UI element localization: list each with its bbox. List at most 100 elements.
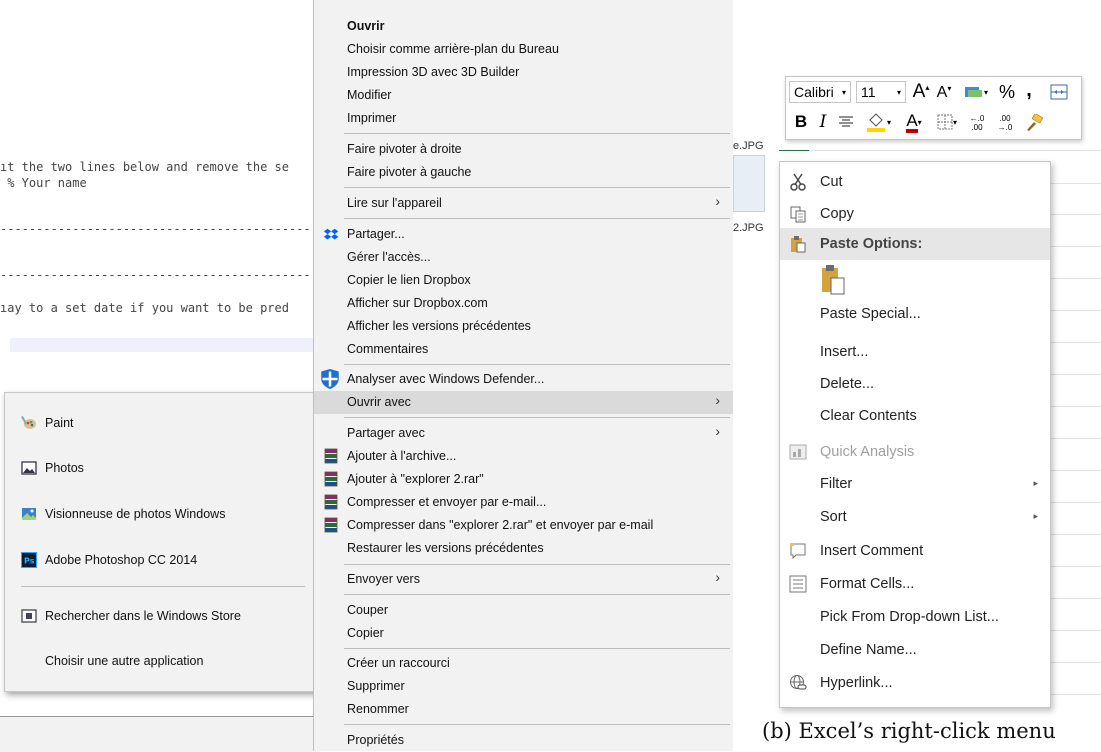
italic-button[interactable]: I (814, 111, 832, 133)
excel-clear-contents-label: Clear Contents (820, 408, 917, 424)
borders-button[interactable]: ▾ (932, 110, 962, 134)
code-line-5: ıay to a set date if you want to be pred (0, 301, 289, 315)
file-name-2: 2.JPG (733, 222, 764, 234)
open-with-paint-label: Paint (45, 416, 74, 430)
open-with-photoshop[interactable]: Ps Adobe Photoshop CC 2014 (5, 548, 317, 572)
menu-open-with-label: Ouvrir avec (347, 395, 411, 409)
paste-icon (791, 236, 806, 253)
chevron-right-icon: ▸ (1033, 478, 1038, 488)
menu-add-to-rar[interactable]: Ajouter à "explorer 2.rar" (314, 468, 734, 491)
font-name-dropdown[interactable]: Calibri ▾ (789, 81, 851, 103)
open-with-photos[interactable]: Photos (5, 456, 317, 480)
excel-copy[interactable]: Copy (780, 198, 1050, 230)
menu-3d-print-label: Impression 3D avec 3D Builder (347, 65, 520, 79)
comma-style-button[interactable]: , (1020, 79, 1038, 101)
excel-filter[interactable]: Filter ▸ (780, 468, 1050, 500)
chevron-down-icon: ▾ (896, 87, 901, 97)
menu-add-to-archive[interactable]: Ajouter à l'archive... (314, 445, 734, 468)
menu-imprimer[interactable]: Imprimer (314, 107, 734, 130)
excel-sort-label: Sort (820, 509, 847, 525)
menu-separator (344, 187, 730, 188)
open-with-store[interactable]: Rechercher dans le Windows Store (5, 604, 317, 628)
excel-sort[interactable]: Sort ▸ (780, 501, 1050, 533)
font-color-button[interactable]: A ▾ (898, 110, 930, 134)
menu-manage-access[interactable]: Gérer l'accès... (314, 246, 734, 269)
menu-previous-versions-dropbox[interactable]: Afficher les versions précédentes (314, 315, 734, 338)
menu-dropbox-share[interactable]: Partager... (314, 223, 734, 246)
menu-view-on-dropbox[interactable]: Afficher sur Dropbox.com (314, 292, 734, 315)
percent-style-button[interactable]: % (996, 81, 1018, 103)
menu-play-to-device[interactable]: Lire sur l'appareil › (314, 192, 734, 215)
excel-cut[interactable]: Cut (780, 166, 1050, 198)
menu-restore-previous-versions[interactable]: Restaurer les versions précédentes (314, 537, 734, 560)
menu-copier[interactable]: Copier (314, 622, 734, 645)
menu-modifier[interactable]: Modifier (314, 84, 734, 107)
excel-delete[interactable]: Delete... (780, 368, 1050, 400)
excel-format-cells[interactable]: Format Cells... (780, 568, 1050, 600)
merge-center-button[interactable] (1048, 82, 1070, 102)
menu-scan-defender[interactable]: Analyser avec Windows Defender... (314, 368, 734, 391)
menu-proprietes[interactable]: Propriétés (314, 729, 734, 752)
menu-compress-email[interactable]: Compresser et envoyer par e-mail... (314, 491, 734, 514)
menu-separator (344, 564, 730, 565)
menu-couper[interactable]: Couper (314, 599, 734, 622)
defender-icon (321, 369, 339, 389)
open-with-photo-viewer[interactable]: Visionneuse de photos Windows (5, 502, 317, 526)
menu-rotate-right[interactable]: Faire pivoter à droite (314, 138, 734, 161)
menu-create-shortcut-label: Créer un raccourci (347, 656, 450, 670)
center-align-button[interactable] (836, 111, 856, 133)
excel-paste-special[interactable]: Paste Special... (780, 298, 1050, 330)
photo-viewer-icon (22, 508, 36, 520)
menu-set-desktop-background[interactable]: Choisir comme arrière-plan du Bureau (314, 38, 734, 61)
menu-renommer-label: Renommer (347, 702, 409, 716)
excel-pick-from-list[interactable]: Pick From Drop-down List... (780, 601, 1050, 633)
menu-create-shortcut[interactable]: Créer un raccourci (314, 652, 734, 675)
excel-paste-button[interactable] (780, 262, 1050, 300)
excel-context-menu: Cut Copy Paste Options: Paste Special...… (779, 161, 1051, 708)
menu-3d-print[interactable]: Impression 3D avec 3D Builder (314, 61, 734, 84)
decrease-decimal-button[interactable]: .00 →.0 (992, 112, 1018, 134)
excel-clear-contents[interactable]: Clear Contents (780, 400, 1050, 432)
menu-send-to[interactable]: Envoyer vers › (314, 568, 734, 591)
excel-define-name[interactable]: Define Name... (780, 634, 1050, 666)
excel-paste-options-header: Paste Options: (780, 228, 1050, 260)
menu-share-with[interactable]: Partager avec › (314, 422, 734, 445)
menu-supprimer[interactable]: Supprimer (314, 675, 734, 698)
menu-comments[interactable]: Commentaires (314, 338, 734, 361)
menu-copy-dropbox-link-label: Copier le lien Dropbox (347, 273, 471, 287)
excel-mini-toolbar: Calibri ▾ 11 ▾ A▴ A▾ ▾ % , B I ▾ A ▾ ▾ (785, 76, 1082, 140)
excel-paste-special-label: Paste Special... (820, 306, 921, 322)
increase-decimal-button[interactable]: ←.0 .00 (964, 112, 990, 134)
bold-button[interactable]: B (792, 111, 810, 133)
percent-icon: % (998, 81, 1015, 102)
menu-copy-dropbox-link[interactable]: Copier le lien Dropbox (314, 269, 734, 292)
open-with-choose-other[interactable]: Choisir une autre application (5, 649, 317, 673)
menu-compress-rar-email[interactable]: Compresser dans "explorer 2.rar" et envo… (314, 514, 734, 537)
font-size-dropdown[interactable]: 11 ▾ (856, 81, 906, 103)
shrink-font-button[interactable]: A ▾ (934, 83, 954, 103)
menu-open-with[interactable]: Ouvrir avec › (314, 391, 734, 414)
format-painter-button[interactable] (1022, 112, 1046, 134)
menu-copier-label: Copier (347, 626, 384, 640)
menu-compress-email-label: Compresser et envoyer par e-mail... (347, 495, 547, 509)
bold-icon: B (794, 112, 808, 131)
borders-icon (937, 114, 953, 130)
excel-insert[interactable]: Insert... (780, 336, 1050, 368)
open-with-paint[interactable]: Paint (5, 411, 317, 435)
excel-insert-comment[interactable]: Insert Comment (780, 535, 1050, 567)
excel-hyperlink[interactable]: Hyperlink... (780, 667, 1050, 699)
winrar-icon (324, 448, 338, 464)
excel-copy-label: Copy (820, 206, 854, 222)
menu-renommer[interactable]: Renommer (314, 698, 734, 721)
excel-pick-from-list-label: Pick From Drop-down List... (820, 609, 999, 625)
excel-delete-label: Delete... (820, 376, 874, 392)
menu-rotate-left[interactable]: Faire pivoter à gauche (314, 161, 734, 184)
grow-font-button[interactable]: A ▴ (910, 81, 932, 103)
menu-rotate-left-label: Faire pivoter à gauche (347, 165, 472, 179)
chevron-down-icon: ▾ (841, 87, 846, 97)
accounting-format-button[interactable]: ▾ (958, 81, 994, 103)
fill-color-button[interactable]: ▾ (860, 110, 896, 134)
menu-ouvrir[interactable]: Ouvrir (314, 15, 734, 38)
selected-cell-border (779, 150, 809, 151)
menu-proprietes-label: Propriétés (347, 733, 404, 747)
